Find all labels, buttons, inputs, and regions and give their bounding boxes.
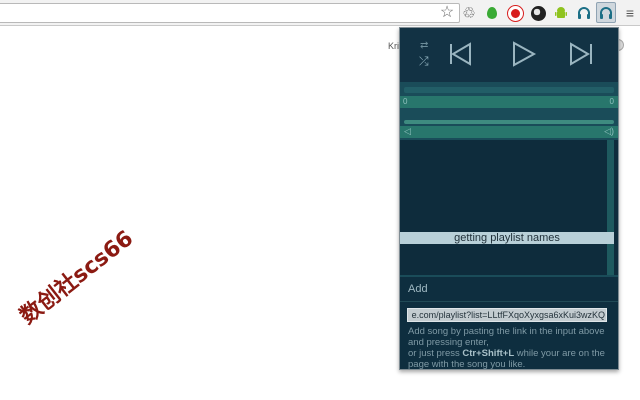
help-text: Add song by pasting the link in the inpu… [408,326,612,369]
recycle-icon[interactable]: ♲ [460,4,478,22]
previous-button[interactable] [446,39,476,69]
shuffle-icon[interactable]: ⤮ [419,54,429,69]
buffer-track [404,87,614,93]
seek-bar[interactable] [400,96,618,108]
volume-icon[interactable]: ◁) [604,126,614,137]
volume-track[interactable] [404,120,614,124]
menu-icon[interactable]: ≡ [621,4,639,22]
headphones-icon[interactable] [575,4,593,22]
star-icon[interactable]: ☆ [438,4,456,22]
divider [400,301,618,302]
headphones-active-icon[interactable] [596,2,616,23]
leaf-icon[interactable] [483,4,501,22]
player-controls: ⇄ ⤮ [400,28,618,82]
playlist-scrollbar[interactable] [607,140,614,275]
help-prefix: or just press [408,348,463,359]
next-button[interactable] [566,39,596,69]
android-icon[interactable] [552,4,570,22]
mute-icon[interactable]: ◁ [404,126,411,137]
record-icon[interactable] [506,4,524,22]
browser-toolbar: ☆ ♲ ≡ [0,0,640,26]
player-popup: ⇄ ⤮ 0 0 ◁ ◁) getting playlist names Add … [399,27,619,370]
globe-icon[interactable] [529,4,547,22]
time-total: 0 [609,97,614,106]
status-message: getting playlist names [400,232,614,244]
repeat-icon[interactable]: ⇄ [420,40,428,51]
address-bar[interactable] [0,3,460,23]
seek-volume-area: 0 0 ◁ ◁) [400,82,618,140]
add-panel: Add Add song by pasting the link in the … [400,275,618,369]
help-line-1: Add song by pasting the link in the inpu… [408,326,605,348]
playlist-list[interactable]: getting playlist names [400,140,618,275]
watermark-text: 数创社scs66 [15,226,139,330]
page-partial-text: Kri [388,41,399,51]
shortcut-text: Ctr+Shift+L [462,348,515,359]
time-elapsed: 0 [403,97,408,106]
add-label: Add [408,283,428,295]
play-button[interactable] [508,39,538,69]
volume-bar[interactable] [400,126,618,138]
song-url-input[interactable] [407,308,607,322]
